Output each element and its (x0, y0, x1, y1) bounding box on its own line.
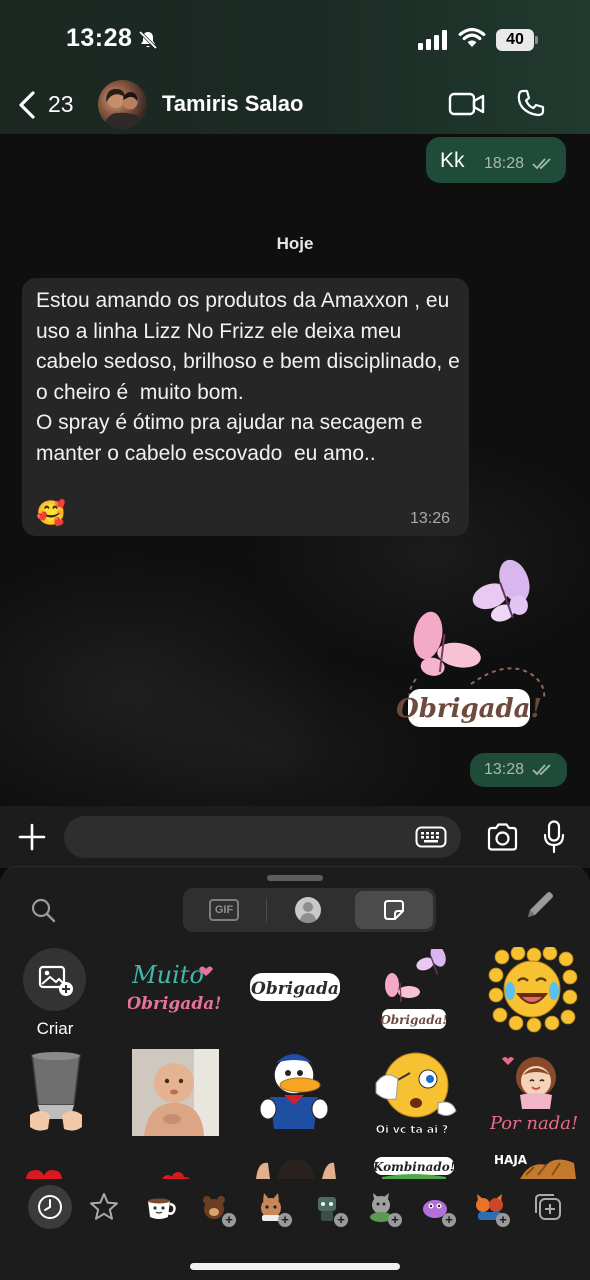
sticker-donald-duck[interactable] (254, 1049, 334, 1135)
sticker-panel: GIF Criar Muito Obrigada! Obrigada Obrig… (0, 866, 590, 1280)
panel-grabber[interactable] (267, 875, 323, 881)
home-indicator[interactable] (190, 1263, 400, 1270)
message-input[interactable] (64, 816, 461, 858)
svg-text:Muito: Muito (131, 961, 204, 989)
tab-sticker-pack-4[interactable]: + (364, 1189, 402, 1227)
svg-text:Oi vc ta ai ?: Oi vc ta ai ? (376, 1123, 448, 1136)
coffee-cup-sticker-icon (148, 1198, 176, 1219)
sticker-oi-vc-ta-ai[interactable]: Oi vc ta ai ? (372, 1049, 458, 1137)
message-time: 18:28 (484, 155, 525, 172)
tab-sticker-pack-5[interactable]: + (418, 1189, 456, 1227)
keyboard-icon[interactable] (415, 826, 447, 848)
tab-avatar[interactable] (295, 897, 321, 923)
sticker-obrigada-lettering[interactable]: Obrigada (248, 967, 344, 1007)
message-composer (0, 806, 590, 868)
add-sticker-pack-icon[interactable] (530, 1189, 566, 1225)
add-pack-icon: + (388, 1213, 402, 1227)
media-type-segmented-control: GIF (183, 888, 436, 932)
svg-text:Obrigada!: Obrigada! (128, 994, 220, 1014)
tab-sticker-pack-1[interactable]: + (198, 1189, 236, 1227)
sticker-por-nada[interactable]: Por nada! (489, 1049, 578, 1137)
camera-icon[interactable] (486, 823, 519, 851)
battery-indicator: 40 (496, 29, 538, 51)
svg-text:Obrigada!: Obrigada! (380, 1013, 447, 1027)
add-image-icon (38, 965, 73, 996)
star-favorites-icon[interactable] (86, 1189, 122, 1225)
sticker-caption: Obrigada! (396, 694, 542, 724)
create-sticker-label: Criar (36, 1019, 74, 1038)
sticker-baby-photo[interactable] (132, 1049, 219, 1136)
tab-sticker-pack-2[interactable]: + (254, 1189, 292, 1227)
sent-sticker-obrigada[interactable]: Obrigada! (396, 559, 554, 739)
status-time: 13:28 (66, 24, 133, 52)
sticker-haja-partial[interactable]: HAJA (490, 1151, 580, 1179)
tab-stickers[interactable] (355, 891, 433, 929)
wifi-icon (458, 27, 486, 47)
tab-sticker-pack-6[interactable]: + (472, 1189, 510, 1227)
bell-muted-icon (138, 30, 158, 50)
svg-text:Kombinado!: Kombinado! (372, 1160, 455, 1174)
cellular-signal-icon (418, 30, 447, 50)
sticker-laughing-emojis[interactable] (488, 945, 578, 1033)
battery-level: 40 (496, 29, 534, 51)
sticker-kombinado-partial[interactable]: Kombinado! (372, 1155, 456, 1179)
top-bar: 13:28 40 23 Tamiris Salao (0, 0, 590, 134)
outgoing-message-bubble[interactable]: Kk 18:28 (426, 137, 566, 183)
segment-divider (266, 898, 267, 922)
sticker-category-tabs: + + + + + + (0, 1179, 590, 1239)
smiling-hearts-emoji: 🥰 (36, 500, 66, 527)
video-call-icon[interactable] (448, 91, 486, 117)
battery-nub (535, 36, 538, 44)
sticker-bucket-head[interactable] (24, 1051, 88, 1137)
outgoing-sticker-time-bubble: 13:28 (470, 753, 567, 787)
sticker-butterflies-obrigada[interactable]: Obrigada! (378, 945, 452, 1033)
sticker-muito-obrigada[interactable]: Muito Obrigada! (126, 959, 221, 1019)
sticker-icon (384, 900, 404, 920)
status-bar: 13:28 40 (0, 0, 590, 80)
add-pack-icon: + (442, 1213, 456, 1227)
tab-sticker-pack-3[interactable]: + (310, 1189, 348, 1227)
chat-area[interactable]: Kk 18:28 Hoje Estou amando os produtos d… (0, 134, 590, 806)
contact-avatar[interactable] (98, 80, 147, 129)
clock-icon (38, 1195, 62, 1219)
plus-icon[interactable] (18, 823, 46, 851)
message-text: Estou amando os produtos da Amaxxon , eu… (36, 289, 460, 465)
incoming-message-bubble[interactable]: Estou amando os produtos da Amaxxon , eu… (22, 278, 469, 536)
microphone-icon[interactable] (543, 820, 565, 854)
svg-text:HAJA: HAJA (494, 1153, 528, 1167)
avatar-photo-icon (102, 88, 144, 129)
sticker-person-partial[interactable] (252, 1155, 338, 1179)
tab-gif[interactable]: GIF (209, 899, 239, 921)
contact-name[interactable]: Tamiris Salao (162, 91, 303, 117)
day-separator: Hoje (276, 234, 314, 253)
butterflies-sticker-icon: Obrigada! (396, 559, 546, 727)
create-sticker-button[interactable] (23, 948, 86, 1011)
chat-header: 23 Tamiris Salao (0, 80, 590, 134)
message-text: Kk (440, 149, 465, 172)
sticker-red-flower-partial[interactable] (158, 1169, 194, 1179)
message-time: 13:26 (410, 510, 451, 527)
pencil-edit-icon[interactable] (522, 887, 558, 923)
tab-recent[interactable] (28, 1185, 72, 1229)
add-pack-icon: + (222, 1213, 236, 1227)
phone-call-icon[interactable] (516, 88, 546, 118)
sticker-red-heart-partial[interactable] (22, 1167, 66, 1179)
svg-text:Obrigada: Obrigada (251, 979, 339, 999)
unread-chats-count[interactable]: 23 (48, 91, 74, 118)
svg-text:Por nada!: Por nada! (490, 1113, 578, 1134)
search-icon[interactable] (30, 897, 56, 923)
add-pack-icon: + (334, 1213, 348, 1227)
read-receipt-icon (532, 764, 551, 776)
read-receipt-icon (532, 158, 551, 170)
back-chevron-icon[interactable] (16, 90, 38, 120)
message-time: 13:28 (484, 761, 525, 778)
add-pack-icon: + (278, 1213, 292, 1227)
add-pack-icon: + (496, 1213, 510, 1227)
tab-sticker-pack-cup[interactable] (142, 1189, 178, 1225)
avatar-icon (299, 902, 317, 923)
